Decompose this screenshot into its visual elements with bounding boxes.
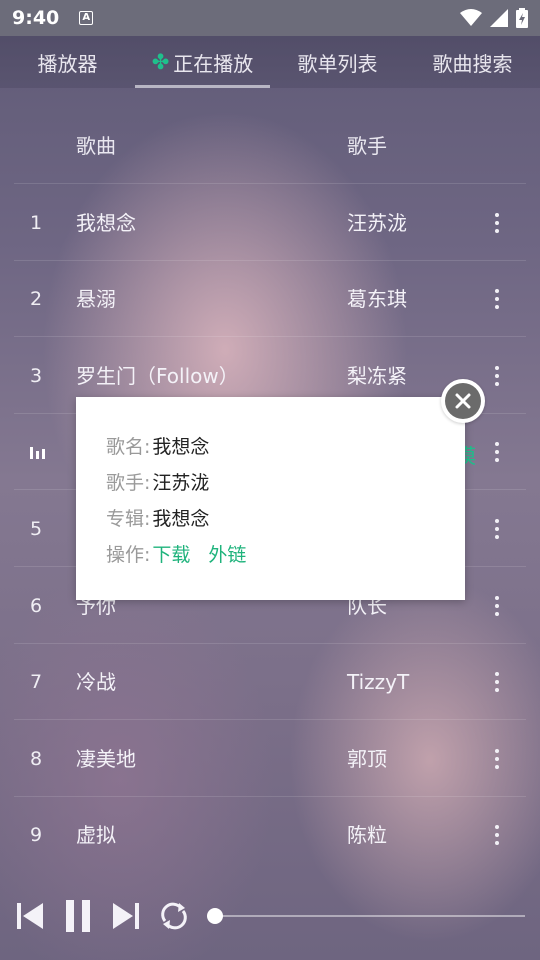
status-icons <box>460 8 528 28</box>
more-vertical-icon[interactable] <box>486 721 508 797</box>
progress-bar[interactable] <box>207 908 525 924</box>
row-number: 6 <box>30 595 43 617</box>
tab-player[interactable]: 播放器 <box>0 36 135 88</box>
row-number: 2 <box>30 288 43 310</box>
previous-button[interactable] <box>12 898 48 934</box>
tab-now-playing[interactable]: ✤ 正在播放 <box>135 36 270 88</box>
row-number: 3 <box>30 365 43 387</box>
dialog-row-name: 歌名: 我想念 <box>106 427 465 463</box>
row-number: 7 <box>30 671 43 693</box>
table-row[interactable]: 8 凄美地 郭顶 <box>0 721 540 797</box>
row-number: 1 <box>30 212 43 234</box>
more-vertical-icon[interactable] <box>486 797 508 873</box>
header-song: 歌曲 <box>76 134 116 158</box>
row-artist: 陈粒 <box>347 823 387 847</box>
repeat-icon <box>161 902 187 930</box>
dialog-row-actions: 操作: 下载 外链 <box>106 535 465 571</box>
song-name-value: 我想念 <box>152 435 210 458</box>
row-number: 5 <box>30 518 43 540</box>
dialog-row-album: 专辑: 我想念 <box>106 499 465 535</box>
repeat-button[interactable] <box>156 898 192 934</box>
dialog-row-artist: 歌手: 汪苏泷 <box>106 463 465 499</box>
divider <box>14 183 526 184</box>
tab-label: 播放器 <box>37 51 98 76</box>
wifi-icon <box>460 9 482 26</box>
artist-label: 歌手: <box>106 471 151 494</box>
status-bar: 9:40 A <box>0 0 540 36</box>
player-controls <box>0 880 540 952</box>
tab-bar: 播放器 ✤ 正在播放 歌单列表 歌曲搜索 <box>0 36 540 88</box>
table-row[interactable]: 1 我想念 汪苏泷 <box>0 185 540 261</box>
row-artist: 郭顶 <box>347 747 387 771</box>
more-vertical-icon[interactable] <box>486 414 508 490</box>
row-song: 凄美地 <box>76 747 136 771</box>
song-info-dialog: 歌名: 我想念 歌手: 汪苏泷 专辑: 我想念 操作: 下载 外链 <box>76 397 465 600</box>
more-vertical-icon[interactable] <box>486 261 508 337</box>
table-row[interactable]: 2 悬溺 葛东琪 <box>0 261 540 337</box>
close-icon <box>445 383 481 419</box>
more-vertical-icon[interactable] <box>486 644 508 720</box>
artist-value: 汪苏泷 <box>152 471 210 494</box>
row-song: 悬溺 <box>76 287 116 311</box>
battery-icon <box>516 8 528 28</box>
more-vertical-icon[interactable] <box>486 185 508 261</box>
row-song: 我想念 <box>76 211 136 235</box>
divider <box>14 336 526 337</box>
row-artist: 汪苏泷 <box>347 211 407 235</box>
next-button[interactable] <box>108 898 144 934</box>
tab-playlists[interactable]: 歌单列表 <box>270 36 405 88</box>
tab-label: 正在播放 <box>173 51 254 76</box>
notification-icon: A <box>79 11 94 25</box>
row-song: 虚拟 <box>76 823 116 847</box>
now-playing-icon <box>30 447 46 459</box>
row-artist: TizzyT <box>347 670 410 694</box>
row-number: 9 <box>30 824 43 846</box>
row-song: 冷战 <box>76 670 116 694</box>
pause-button[interactable] <box>60 898 96 934</box>
download-link[interactable]: 下载 <box>152 540 190 567</box>
pause-icon <box>66 900 90 932</box>
divider <box>14 719 526 720</box>
song-name-label: 歌名: <box>106 435 151 458</box>
list-header: 歌曲 歌手 <box>0 108 540 184</box>
progress-thumb[interactable] <box>207 908 223 924</box>
tab-song-search[interactable]: 歌曲搜索 <box>405 36 540 88</box>
tab-label: 歌单列表 <box>297 51 378 76</box>
row-number: 8 <box>30 748 43 770</box>
table-row[interactable]: 9 虚拟 陈粒 <box>0 797 540 873</box>
tab-label: 歌曲搜索 <box>432 51 513 76</box>
row-artist: 葛东琪 <box>347 287 407 311</box>
album-label: 专辑: <box>106 507 151 530</box>
more-vertical-icon[interactable] <box>486 491 508 567</box>
skip-next-icon <box>113 903 139 929</box>
album-value: 我想念 <box>152 507 210 530</box>
signal-icon <box>490 9 508 27</box>
more-vertical-icon[interactable] <box>486 568 508 644</box>
action-label: 操作: <box>106 543 151 566</box>
header-artist: 歌手 <box>347 134 387 158</box>
skip-previous-icon <box>17 903 43 929</box>
more-vertical-icon[interactable] <box>486 338 508 414</box>
status-time: 9:40 <box>12 7 60 29</box>
close-button[interactable] <box>441 379 485 423</box>
clover-icon: ✤ <box>151 50 170 74</box>
table-row[interactable]: 7 冷战 TizzyT <box>0 644 540 720</box>
external-link[interactable]: 外链 <box>208 540 246 567</box>
